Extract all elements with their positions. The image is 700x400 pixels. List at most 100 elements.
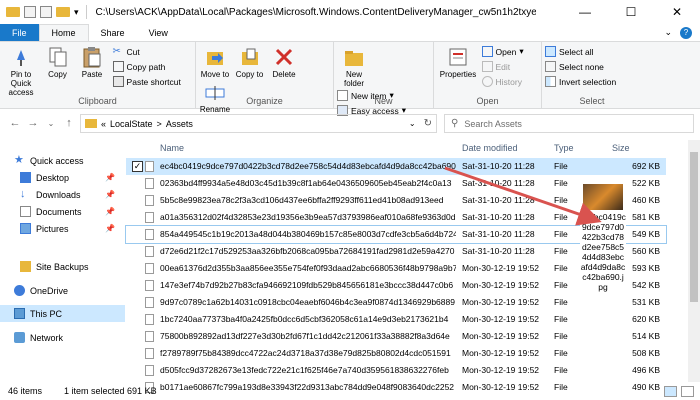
row-checkbox[interactable]: ✓ xyxy=(132,161,143,172)
cut-button[interactable]: ✂ Cut xyxy=(113,44,181,59)
copy-path-button[interactable]: Copy path xyxy=(112,59,181,74)
properties-icon xyxy=(447,46,469,68)
invert-selection-button[interactable]: Invert selection xyxy=(545,74,639,89)
copy-button[interactable]: Copy xyxy=(42,44,74,79)
file-type: File xyxy=(554,331,568,341)
column-header-name[interactable]: Name xyxy=(160,143,184,153)
close-button[interactable]: ✕ xyxy=(654,0,700,24)
table-row[interactable]: 75800b892892ad13df227e3d30b2fd67f1c1dd42… xyxy=(126,328,666,345)
edit-button[interactable]: Edit xyxy=(481,59,524,74)
computer-icon xyxy=(14,308,25,319)
recent-chevron-icon[interactable]: ⌄ xyxy=(42,119,60,128)
column-header-date[interactable]: Date modified xyxy=(462,143,518,153)
delete-button[interactable]: Delete xyxy=(268,44,300,79)
open-button[interactable]: Open ▾ xyxy=(481,44,524,59)
chevron-down-icon[interactable]: ▾ xyxy=(74,7,79,18)
file-type: File xyxy=(554,161,568,171)
up-arrow-icon[interactable]: ↑ xyxy=(60,117,78,129)
sidebar-item-quick-access[interactable]: ★ Quick access xyxy=(0,152,125,169)
window-title: C:\Users\ACK\AppData\Local\Packages\Micr… xyxy=(95,6,536,18)
sidebar-item-site-backups[interactable]: Site Backups xyxy=(0,258,125,275)
address-bar[interactable]: « LocalState > Assets ⌄ ↻ xyxy=(80,114,437,133)
history-button[interactable]: History xyxy=(481,74,524,89)
move-to-button[interactable]: Move to xyxy=(199,44,231,79)
chevron-down-icon[interactable]: ⌄ xyxy=(664,27,672,38)
column-header-size[interactable]: Size xyxy=(612,143,630,153)
tab-share[interactable]: Share xyxy=(89,24,137,41)
file-date: Sat-31-10-20 11:28 xyxy=(462,195,535,205)
file-type: File xyxy=(554,365,568,375)
select-none-button[interactable]: Select none xyxy=(545,59,639,74)
file-name: d72e6d21f2c17d529253aa326bfb2068ca095ba7… xyxy=(160,246,455,256)
sidebar-item-pictures[interactable]: Pictures 📌 xyxy=(0,220,125,237)
copy-to-label: Copy to xyxy=(235,70,264,79)
file-size: 549 KB xyxy=(632,229,660,239)
sidebar-item-downloads[interactable]: ↓ Downloads 📌 xyxy=(0,186,125,203)
copy-to-button[interactable]: Copy to xyxy=(234,44,266,79)
file-date: Mon-30-12-19 19:52 xyxy=(462,314,540,324)
open-icon xyxy=(481,46,493,57)
file-type: File xyxy=(554,314,568,324)
select-all-button[interactable]: Select all xyxy=(545,44,639,59)
folder-icon xyxy=(20,261,31,272)
checkmark-icon[interactable] xyxy=(24,6,36,18)
back-arrow-icon[interactable]: ← xyxy=(6,117,24,129)
file-icon xyxy=(145,212,154,223)
sidebar-item-this-pc[interactable]: This PC xyxy=(0,305,125,322)
sidebar-item-label: Pictures xyxy=(36,223,69,234)
file-name: 9d97c0789c1a62b14031c0918cbc04eaebf6046b… xyxy=(160,297,455,307)
selection-info: 1 item selected 691 KB xyxy=(64,386,157,396)
sidebar-item-onedrive[interactable]: OneDrive xyxy=(0,282,125,299)
file-name: 75800b892892ad13df227e3d30b2fd67f1c1dd42… xyxy=(160,331,450,341)
new-folder-icon xyxy=(343,46,365,68)
pin-icon[interactable]: 📌 xyxy=(105,224,115,233)
document-icon xyxy=(20,206,31,217)
table-row[interactable]: 9d97c0789c1a62b14031c0918cbc04eaebf6046b… xyxy=(126,294,666,311)
paste-shortcut-button[interactable]: Paste shortcut xyxy=(112,74,181,89)
large-icons-view-icon[interactable] xyxy=(681,385,694,397)
sidebar-item-desktop[interactable]: Desktop 📌 xyxy=(0,169,125,186)
properties-button[interactable]: Properties xyxy=(437,44,479,79)
file-type: File xyxy=(554,212,568,222)
column-headers: Name Date modified Type Size xyxy=(126,140,700,157)
maximize-button[interactable]: ☐ xyxy=(608,0,654,24)
forward-arrow-icon[interactable]: → xyxy=(24,117,42,129)
table-row[interactable]: d505fcc9d37282673e13fedc722e21c1f625f46e… xyxy=(126,362,666,379)
tab-file[interactable]: File xyxy=(0,24,39,41)
help-icon[interactable]: ? xyxy=(680,26,692,39)
tab-view[interactable]: View xyxy=(137,24,180,41)
paste-button[interactable]: Paste xyxy=(76,44,108,79)
scrollbar-thumb[interactable] xyxy=(690,152,698,302)
file-date: Sat-31-10-20 11:28 xyxy=(462,246,535,256)
tab-home[interactable]: Home xyxy=(38,24,89,41)
pin-icon[interactable]: 📌 xyxy=(105,207,115,216)
table-row[interactable]: ✓ ec4bc0419c9dce797d0422b3cd78d2ee758c54d… xyxy=(126,158,666,175)
details-view-icon[interactable] xyxy=(664,385,677,397)
pin-icon[interactable]: 📌 xyxy=(105,173,115,182)
chevron-down-icon[interactable]: ⌄ xyxy=(409,119,416,128)
file-name: d505fcc9d37282673e13fedc722e21c1f625f46e… xyxy=(160,365,449,375)
breadcrumb-localstate[interactable]: LocalState xyxy=(110,119,153,129)
sidebar-item-network[interactable]: Network xyxy=(0,329,125,346)
breadcrumb-overflow[interactable]: « xyxy=(101,119,106,129)
table-row[interactable]: f2789789f75b84389dcc4722ac24d3718a37d38e… xyxy=(126,345,666,362)
file-name: f2789789f75b84389dcc4722ac24d3718a37d38e… xyxy=(160,348,451,358)
breadcrumb-assets[interactable]: Assets xyxy=(166,119,193,129)
refresh-icon[interactable]: ↻ xyxy=(424,118,432,129)
paste-shortcut-label: Paste shortcut xyxy=(126,76,181,87)
search-input[interactable]: ⚲ Search Assets xyxy=(444,114,694,133)
file-size: 581 KB xyxy=(632,212,660,222)
minimize-button[interactable]: — xyxy=(562,0,608,24)
new-folder-button[interactable]: New folder xyxy=(337,44,371,88)
paste-icon xyxy=(81,46,103,68)
new-folder-icon[interactable] xyxy=(56,7,70,17)
sidebar-item-documents[interactable]: Documents 📌 xyxy=(0,203,125,220)
column-header-type[interactable]: Type xyxy=(554,143,574,153)
file-date: Sat-31-10-20 11:28 xyxy=(462,212,535,222)
pin-to-quick-access-button[interactable]: Pin to Quick access xyxy=(3,44,39,97)
properties-icon[interactable] xyxy=(40,6,52,18)
table-row[interactable]: 1bc7240aa77373ba4f0a2425fb0dcc6d5cbf3620… xyxy=(126,311,666,328)
pin-icon[interactable]: 📌 xyxy=(105,190,115,199)
select-none-icon xyxy=(545,61,556,72)
vertical-scrollbar[interactable] xyxy=(688,140,700,382)
